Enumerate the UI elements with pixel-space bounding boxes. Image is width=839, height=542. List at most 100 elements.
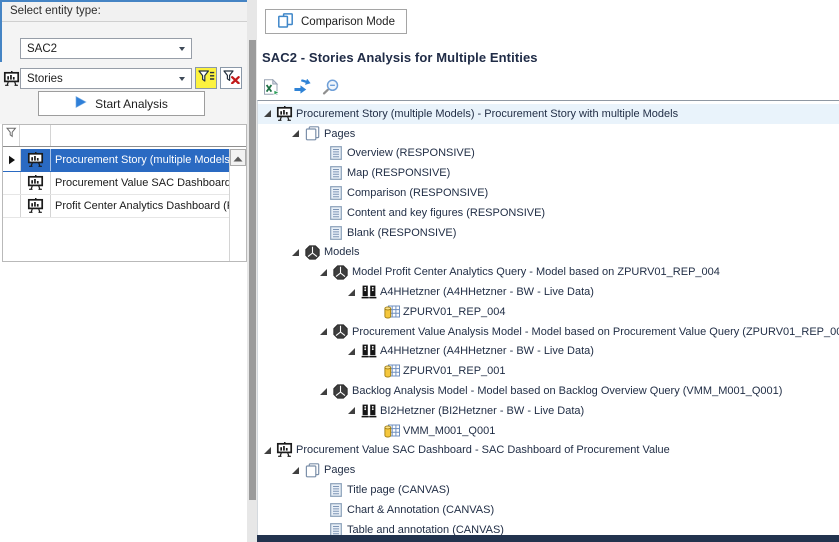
expand-collapse-arrow[interactable] [319, 327, 328, 336]
row-indicator-cell [3, 195, 21, 217]
tree-node-label: Pages [323, 128, 355, 140]
tree-node[interactable]: BI2Hetzner (BI2Hetzner - BW - Live Data) [258, 401, 839, 421]
tree-node[interactable]: Model Profit Center Analytics Query - Mo… [258, 262, 839, 282]
panel-accent-line [0, 0, 247, 2]
analysis-toolbar [261, 78, 341, 96]
entity-list-rows: Procurement Story (multiple Models)Procu… [3, 149, 229, 261]
list-item-label: Procurement Story (multiple Models) [51, 149, 229, 171]
start-analysis-button[interactable]: Start Analysis [38, 91, 205, 116]
tree-node[interactable]: ZPURV01_REP_001 [258, 361, 839, 381]
list-scrollbar[interactable] [229, 149, 246, 261]
tree-node[interactable]: ZPURV01_REP_004 [258, 302, 839, 322]
tree-node-label: Map (RESPONSIVE) [346, 167, 450, 179]
tree-node[interactable]: Pages [258, 124, 839, 144]
expand-collapse-arrow[interactable] [347, 347, 356, 356]
tree-node[interactable]: Backlog Analysis Model - Model based on … [258, 381, 839, 401]
zoom-out-icon[interactable] [321, 78, 341, 96]
expand-collapse-arrow[interactable] [319, 387, 328, 396]
list-item-label: Profit Center Analytics Dashboard (Pr [51, 195, 229, 217]
tree-node[interactable]: Pages [258, 460, 839, 480]
query-table-icon [383, 424, 400, 438]
expand-all-icon[interactable] [291, 78, 311, 96]
page-icon [327, 483, 344, 497]
tree-node[interactable]: Comparison (RESPONSIVE) [258, 183, 839, 203]
entity-type-value: SAC2 [27, 43, 57, 55]
page-title: SAC2 - Stories Analysis for Multiple Ent… [262, 50, 538, 65]
tree-node-label: Models [323, 246, 359, 258]
row-indicator-cell [3, 172, 21, 194]
play-icon [75, 96, 87, 111]
bottom-scrollbar[interactable] [257, 535, 839, 542]
server-icon [360, 285, 377, 299]
story-board-icon [276, 106, 293, 122]
tree-node[interactable]: Procurement Value Analysis Model - Model… [258, 322, 839, 342]
comparison-mode-label: Comparison Mode [301, 16, 395, 28]
app-window: Select entity type: SAC2 Stories Start A… [0, 0, 839, 542]
tree-node[interactable]: Models [258, 243, 839, 263]
tree-node-label: BI2Hetzner (BI2Hetzner - BW - Live Data) [379, 405, 584, 417]
panel-splitter[interactable] [247, 0, 257, 542]
scroll-up-button[interactable] [230, 149, 246, 166]
expand-collapse-arrow[interactable] [263, 109, 272, 118]
list-item[interactable]: Procurement Story (multiple Models) [3, 149, 229, 172]
tree-node[interactable]: Procurement Story (multiple Models) - Pr… [258, 104, 839, 124]
tree-node-label: Overview (RESPONSIVE) [346, 147, 475, 159]
expand-collapse-arrow[interactable] [263, 446, 272, 455]
list-filter-row[interactable] [3, 125, 246, 147]
export-to-excel-icon[interactable] [261, 78, 281, 96]
tree-node[interactable]: A4HHetzner (A4HHetzner - BW - Live Data) [258, 342, 839, 362]
filter-row-indicator-cell [3, 125, 20, 146]
model-cube-icon [332, 384, 349, 399]
page-icon [327, 503, 344, 517]
entity-selector-panel: Select entity type: SAC2 Stories Start A… [0, 0, 247, 542]
analysis-panel: Comparison Mode SAC2 - Stories Analysis … [257, 0, 839, 542]
panel-header: Select entity type: [2, 2, 247, 22]
analysis-tree: Procurement Story (multiple Models) - Pr… [257, 100, 839, 542]
expand-collapse-arrow[interactable] [347, 288, 356, 297]
entity-type-dropdown[interactable]: SAC2 [20, 38, 192, 59]
tree-node[interactable]: Overview (RESPONSIVE) [258, 144, 839, 164]
tree-node-label: ZPURV01_REP_001 [402, 365, 506, 377]
page-icon [327, 206, 344, 220]
row-indicator-cell [3, 149, 21, 171]
tree-node[interactable]: A4HHetzner (A4HHetzner - BW - Live Data) [258, 282, 839, 302]
tree-node[interactable]: Content and key figures (RESPONSIVE) [258, 203, 839, 223]
tree-node-label: Blank (RESPONSIVE) [346, 227, 456, 239]
story-board-icon [21, 149, 51, 171]
expand-collapse-arrow[interactable] [319, 268, 328, 277]
comparison-mode-button[interactable]: Comparison Mode [265, 9, 407, 34]
list-item[interactable]: Profit Center Analytics Dashboard (Pr [3, 195, 229, 218]
splitter-thumb[interactable] [249, 40, 256, 500]
tree-node-label: Comparison (RESPONSIVE) [346, 187, 488, 199]
page-icon [327, 146, 344, 160]
server-icon [360, 344, 377, 358]
story-board-icon [21, 195, 51, 217]
tree-node[interactable]: Map (RESPONSIVE) [258, 163, 839, 183]
filter-button[interactable] [195, 67, 217, 89]
expand-collapse-arrow[interactable] [291, 466, 300, 475]
expand-collapse-arrow[interactable] [291, 248, 300, 257]
entity-list: Procurement Story (multiple Models)Procu… [2, 124, 247, 262]
icon-column-header [20, 125, 51, 146]
tree-node[interactable]: Title page (CANVAS) [258, 480, 839, 500]
tree-node-label: Table and annotation (CANVAS) [346, 524, 504, 536]
tree-node-label: Title page (CANVAS) [346, 484, 450, 496]
list-item[interactable]: Procurement Value SAC Dashboard [3, 172, 229, 195]
server-icon [360, 404, 377, 418]
clear-filter-icon [223, 70, 240, 87]
funnel-small-icon [6, 125, 17, 143]
tree-node-label: A4HHetzner (A4HHetzner - BW - Live Data) [379, 286, 594, 298]
tree-node[interactable]: Chart & Annotation (CANVAS) [258, 500, 839, 520]
tree-node[interactable]: Procurement Value SAC Dashboard - SAC Da… [258, 441, 839, 461]
expand-collapse-arrow[interactable] [291, 129, 300, 138]
chevron-down-icon [179, 77, 185, 81]
tree-node-label: Pages [323, 464, 355, 476]
story-board-icon [276, 442, 293, 458]
story-board-icon [21, 172, 51, 194]
entity-subtype-dropdown[interactable]: Stories [20, 68, 192, 89]
clear-filter-button[interactable] [220, 67, 242, 89]
tree-node-label: Procurement Value SAC Dashboard - SAC Da… [295, 444, 670, 456]
tree-node[interactable]: Blank (RESPONSIVE) [258, 223, 839, 243]
expand-collapse-arrow[interactable] [347, 406, 356, 415]
tree-node[interactable]: VMM_M001_Q001 [258, 421, 839, 441]
